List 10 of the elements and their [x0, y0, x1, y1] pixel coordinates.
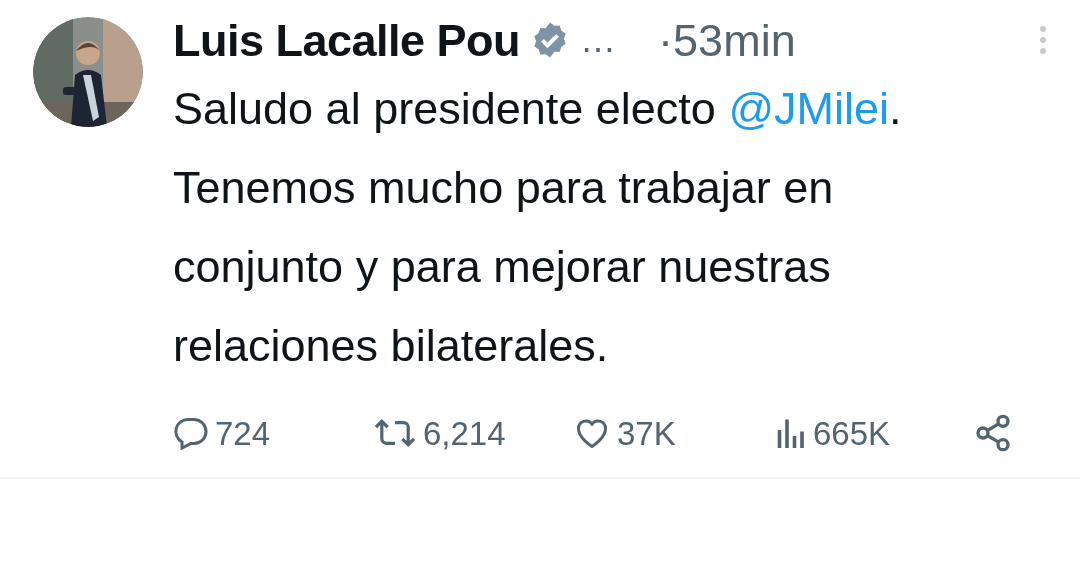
- repost-button[interactable]: 6,214: [373, 415, 573, 451]
- share-icon[interactable]: [973, 413, 1013, 453]
- reply-button[interactable]: 724: [173, 415, 373, 451]
- author-name[interactable]: Luis Lacalle Pou: [173, 17, 521, 63]
- like-button[interactable]: 37K: [573, 415, 773, 451]
- speech-bubble-icon: [173, 415, 209, 451]
- post-time: ·53min: [658, 17, 796, 63]
- post-text: Saludo al presidente electo @JMilei. Tenemos mucho para trabajar en conjunto y para mejorar nuestras relaciones bilaterales.: [173, 82, 903, 373]
- views-button[interactable]: 665K: [773, 415, 973, 451]
- more-text: …: [580, 22, 617, 58]
